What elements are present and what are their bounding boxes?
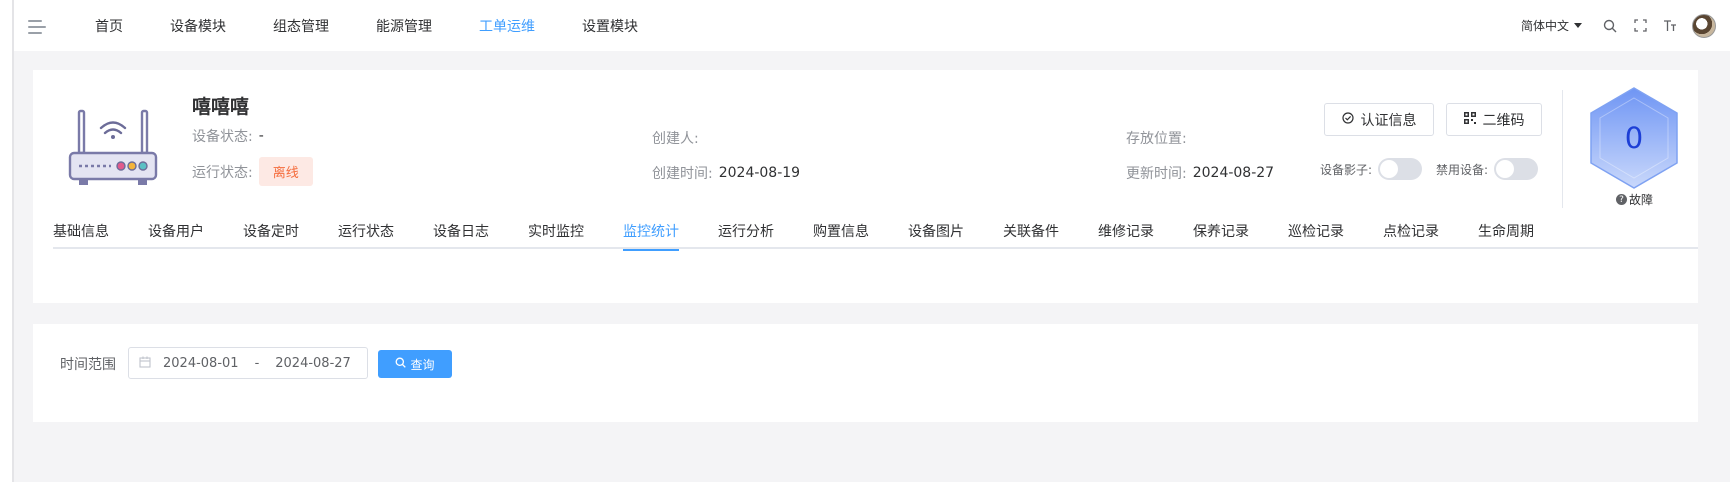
language-selector[interactable]: 简体中文 bbox=[1521, 17, 1582, 34]
nav-item[interactable]: 组态管理 bbox=[273, 16, 329, 36]
run-status-field: 运行状态: 离线 bbox=[192, 157, 313, 186]
font-size-icon[interactable] bbox=[1662, 18, 1678, 34]
disable-toggle-row: 禁用设备: bbox=[1436, 158, 1539, 180]
created-time-field: 创建时间: 2024-08-19 bbox=[652, 163, 800, 183]
tab-item[interactable]: 巡检记录 bbox=[1288, 218, 1344, 249]
cert-info-label: 认证信息 bbox=[1360, 112, 1417, 129]
start-date-input[interactable]: 2024-08-01 bbox=[163, 356, 239, 371]
calendar-icon bbox=[139, 356, 151, 371]
nav-item[interactable]: 设备模块 bbox=[170, 16, 226, 36]
tab-item[interactable]: 设备用户 bbox=[148, 218, 204, 249]
header-actions: 简体中文 bbox=[1521, 0, 1716, 51]
date-range-picker[interactable]: 2024-08-01 - 2024-08-27 bbox=[128, 347, 368, 379]
location-label: 存放位置: bbox=[1126, 131, 1187, 147]
question-circle-icon[interactable]: ? bbox=[1616, 194, 1627, 205]
left-edge-strip bbox=[0, 0, 14, 482]
disable-toggle-label: 禁用设备: bbox=[1436, 162, 1489, 177]
nav-item[interactable]: 能源管理 bbox=[376, 16, 432, 36]
search-icon bbox=[395, 357, 407, 371]
updated-time-value: 2024-08-27 bbox=[1192, 165, 1275, 181]
tab-item[interactable]: 设备日志 bbox=[433, 218, 489, 249]
device-shadow-switch[interactable] bbox=[1378, 158, 1423, 180]
router-device-icon bbox=[68, 109, 158, 185]
shadow-toggle-label: 设备影子: bbox=[1320, 162, 1373, 177]
tab-item[interactable]: 生命周期 bbox=[1478, 218, 1534, 249]
created-time-value: 2024-08-19 bbox=[718, 165, 801, 181]
nav-item[interactable]: 首页 bbox=[95, 16, 123, 36]
main-nav: 首页 设备模块 组态管理 能源管理 工单运维 设置模块 bbox=[95, 0, 685, 51]
search-icon[interactable] bbox=[1602, 18, 1618, 34]
qrcode-button[interactable]: 二维码 bbox=[1446, 103, 1542, 136]
tab-item[interactable]: 运行状态 bbox=[338, 218, 394, 249]
location-field: 存放位置: bbox=[1126, 128, 1187, 148]
device-status-field: 设备状态: - bbox=[192, 126, 264, 146]
tab-item[interactable]: 购置信息 bbox=[813, 218, 869, 249]
qrcode-label: 二维码 bbox=[1482, 112, 1525, 129]
filter-card: 时间范围 2024-08-01 - 2024-08-27 查询 bbox=[33, 324, 1698, 422]
tab-item[interactable]: 保养记录 bbox=[1193, 218, 1249, 249]
run-status-label: 运行状态: bbox=[192, 164, 253, 181]
tab-item[interactable]: 监控统计 bbox=[623, 218, 679, 251]
nav-item[interactable]: 设置模块 bbox=[582, 16, 638, 36]
user-avatar[interactable] bbox=[1692, 13, 1716, 38]
language-label: 简体中文 bbox=[1520, 19, 1569, 33]
fault-label-row: ? 故障 bbox=[1616, 191, 1653, 208]
updated-time-label: 更新时间: bbox=[1126, 166, 1187, 182]
device-status-value: - bbox=[258, 128, 264, 144]
fault-count-hexagon: 0 bbox=[1586, 85, 1682, 191]
disable-device-switch[interactable] bbox=[1494, 158, 1539, 180]
vertical-divider bbox=[1562, 90, 1563, 208]
device-name: 嘻嘻嘻 bbox=[192, 96, 250, 118]
shadow-toggle-row: 设备影子: bbox=[1320, 158, 1423, 180]
nav-item[interactable]: 工单运维 bbox=[479, 16, 535, 36]
tab-item[interactable]: 运行分析 bbox=[718, 218, 774, 249]
hamburger-menu-icon[interactable] bbox=[28, 20, 48, 34]
fault-count: 0 bbox=[1624, 121, 1644, 155]
tab-item[interactable]: 设备图片 bbox=[908, 218, 964, 249]
tab-item[interactable]: 关联备件 bbox=[1003, 218, 1059, 249]
end-date-input[interactable]: 2024-08-27 bbox=[275, 356, 351, 371]
top-header: 首页 设备模块 组态管理 能源管理 工单运维 设置模块 简体中文 bbox=[14, 0, 1730, 51]
time-range-label: 时间范围 bbox=[60, 357, 116, 373]
creator-label: 创建人: bbox=[652, 131, 699, 147]
check-circle-icon bbox=[1341, 112, 1354, 127]
tab-item[interactable]: 设备定时 bbox=[243, 218, 299, 249]
caret-down-icon bbox=[1574, 23, 1582, 28]
tab-item[interactable]: 实时监控 bbox=[528, 218, 584, 249]
tab-item[interactable]: 基础信息 bbox=[53, 218, 109, 249]
device-info-card: 嘻嘻嘻 设备状态: - 运行状态: 离线 创建人: 创建时间: 2024-08-… bbox=[33, 70, 1698, 303]
qrcode-icon bbox=[1463, 112, 1476, 127]
query-button[interactable]: 查询 bbox=[378, 350, 452, 378]
fullscreen-icon[interactable] bbox=[1632, 18, 1648, 34]
creator-field: 创建人: bbox=[652, 128, 699, 148]
tab-item[interactable]: 点检记录 bbox=[1383, 218, 1439, 249]
created-time-label: 创建时间: bbox=[652, 166, 713, 182]
updated-time-field: 更新时间: 2024-08-27 bbox=[1126, 163, 1274, 183]
device-status-label: 设备状态: bbox=[192, 129, 253, 145]
offline-status-badge: 离线 bbox=[258, 157, 313, 186]
date-separator: - bbox=[254, 355, 260, 371]
cert-info-button[interactable]: 认证信息 bbox=[1324, 103, 1434, 136]
query-label: 查询 bbox=[410, 357, 435, 372]
device-tabs: 基础信息 设备用户 设备定时 运行状态 设备日志 实时监控 监控统计 运行分析 购置信息 设备图片… bbox=[53, 218, 1698, 251]
tab-item[interactable]: 维修记录 bbox=[1098, 218, 1154, 249]
fault-label: 故障 bbox=[1629, 193, 1654, 207]
